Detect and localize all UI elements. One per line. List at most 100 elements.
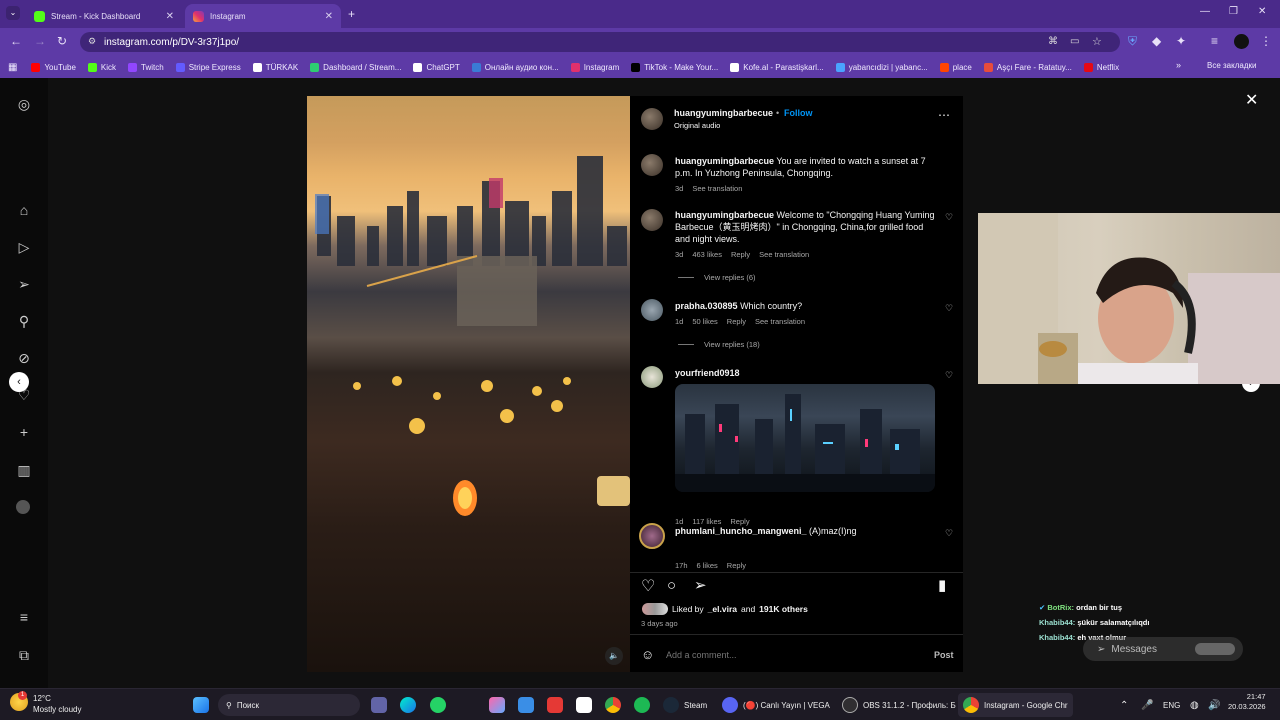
more-bookmarks-icon[interactable]: » xyxy=(1176,60,1181,70)
taskbar-app-discord[interactable]: (🔴) Canlı Yayın | VEGA xyxy=(722,695,830,715)
view-replies-button[interactable]: View replies (6) xyxy=(678,273,756,282)
see-translation-link[interactable]: See translation xyxy=(759,250,809,259)
comment-username[interactable]: yourfriend0918 xyxy=(675,368,740,378)
comment-likes[interactable]: 6 likes xyxy=(697,561,718,570)
all-bookmarks[interactable]: Все закладки xyxy=(1207,61,1256,70)
spotify-icon[interactable] xyxy=(634,695,650,715)
comment-username[interactable]: huangyumingbarbecue xyxy=(675,210,774,220)
capcut-icon[interactable] xyxy=(576,695,592,715)
tab-kick-dashboard[interactable]: Stream - Kick Dashboard ✕ xyxy=(26,4,182,28)
extensions-puzzle-icon[interactable]: ✦ xyxy=(1176,34,1186,48)
author-avatar[interactable] xyxy=(641,108,663,130)
direct-messages-icon[interactable]: ➢ xyxy=(16,276,32,292)
close-modal-icon[interactable]: ✕ xyxy=(1245,90,1258,110)
bookmark-stripe[interactable]: Stripe Express xyxy=(175,62,241,72)
comment-image[interactable] xyxy=(675,384,935,492)
like-comment-heart-icon[interactable]: ♡ xyxy=(945,528,953,539)
bookmark-twitch[interactable]: Twitch xyxy=(128,62,164,72)
reload-icon[interactable]: ↻ xyxy=(57,34,67,48)
back-icon[interactable]: ← xyxy=(10,34,22,48)
bookmark-tiktok[interactable]: TikTok - Make Your... xyxy=(631,62,718,72)
bookmark-star-icon[interactable]: ☆ xyxy=(1092,35,1102,48)
comment-username[interactable]: huangyumingbarbecue xyxy=(675,156,774,166)
tray-overflow-icon[interactable]: ⌃ xyxy=(1120,695,1128,715)
comment-avatar[interactable] xyxy=(641,154,663,176)
bookmark-instagram[interactable]: Instagram xyxy=(570,62,619,72)
liked-by-user[interactable]: _el.vira xyxy=(708,604,737,614)
close-tab-icon[interactable]: ✕ xyxy=(166,11,174,22)
likers-avatars[interactable] xyxy=(642,603,668,615)
new-tab-icon[interactable]: + xyxy=(348,7,355,21)
create-icon[interactable]: + xyxy=(16,424,32,440)
likes-count[interactable]: 191K others xyxy=(759,604,808,614)
comment-avatar[interactable] xyxy=(639,523,665,549)
comment-avatar[interactable] xyxy=(641,209,663,231)
bookmark-youtube[interactable]: YouTube xyxy=(31,62,76,72)
see-translation-link[interactable]: See translation xyxy=(755,317,805,326)
clock[interactable]: 21:47 20.03.2026 xyxy=(1228,692,1266,712)
reply-link[interactable]: Reply xyxy=(727,561,746,570)
media-controls-icon[interactable]: ≡ xyxy=(1211,34,1218,48)
share-icon[interactable]: ➢ xyxy=(694,576,707,594)
dashboard-icon[interactable]: ▥ xyxy=(16,462,32,478)
comment-username[interactable]: prabha.030895 xyxy=(675,301,738,311)
like-heart-icon[interactable]: ♡ xyxy=(641,576,655,596)
site-info-icon[interactable]: ⚙ xyxy=(88,36,96,47)
start-windows-icon[interactable] xyxy=(193,695,209,715)
taskbar-app-steam[interactable]: Steam xyxy=(663,695,707,715)
microphone-icon[interactable]: 🎤 xyxy=(1141,695,1153,715)
audio-toggle-icon[interactable]: 🔈 xyxy=(605,647,623,665)
search-icon[interactable]: ⚲ xyxy=(16,313,32,329)
comment-likes[interactable]: 463 likes xyxy=(692,250,722,259)
bookmark-turkak[interactable]: TÜRKAK xyxy=(252,62,298,72)
address-bar[interactable]: ⚙ instagram.com/p/DV-3r37j1po/ ⌘ ▭ ☆ xyxy=(80,32,1120,52)
bookmark-yabancidizi[interactable]: yabancıdizi | yabanc... xyxy=(835,62,928,72)
taskbar-search[interactable]: ⚲ Поиск xyxy=(218,694,360,716)
bookmark-ratatouille[interactable]: Aşçı Fare - Ratatuy... xyxy=(983,62,1072,72)
see-translation-link[interactable]: See translation xyxy=(692,184,742,193)
app-red-icon[interactable] xyxy=(547,695,563,715)
reply-link[interactable]: Reply xyxy=(731,250,750,259)
copilot-icon[interactable] xyxy=(489,695,505,715)
close-tab-icon[interactable]: ✕ xyxy=(325,11,333,22)
comment-likes[interactable]: 50 likes xyxy=(692,317,717,326)
reply-link[interactable]: Reply xyxy=(727,317,746,326)
bookmark-kick[interactable]: Kick xyxy=(87,62,116,72)
comment-icon[interactable]: ○ xyxy=(667,577,676,594)
more-menu-icon[interactable]: ≡ xyxy=(16,609,32,625)
explore-icon[interactable]: ⊘ xyxy=(16,350,32,366)
chrome-icon[interactable] xyxy=(605,695,621,715)
author-username[interactable]: huangyumingbarbecue xyxy=(674,108,773,118)
comment-avatar[interactable] xyxy=(641,366,663,388)
emoji-icon[interactable]: ☺ xyxy=(641,647,654,662)
profile-avatar[interactable] xyxy=(16,500,30,514)
close-window-icon[interactable]: ✕ xyxy=(1258,6,1266,17)
teams-icon[interactable] xyxy=(371,695,387,715)
translate-icon[interactable]: ⌘ xyxy=(1048,36,1058,47)
reels-icon[interactable]: ▷ xyxy=(16,239,32,255)
forward-icon[interactable]: → xyxy=(34,34,46,48)
follow-button[interactable]: Follow xyxy=(784,108,813,118)
taskbar-app-obs[interactable]: OBS 31.1.2 - Профиль: Б xyxy=(842,695,956,715)
view-replies-button[interactable]: View replies (18) xyxy=(678,340,760,349)
edge-icon[interactable] xyxy=(400,695,416,715)
restore-icon[interactable]: ❐ xyxy=(1229,6,1238,17)
extension-shield-icon[interactable]: ⛨ xyxy=(1128,34,1137,49)
save-bookmark-icon[interactable]: ▮ xyxy=(938,576,946,594)
more-options-icon[interactable]: ⋯ xyxy=(938,108,950,122)
store-icon[interactable] xyxy=(518,695,534,715)
audio-label[interactable]: Original audio xyxy=(674,121,720,130)
post-media-video[interactable]: 🔈 xyxy=(307,96,630,672)
home-icon[interactable]: ⌂ xyxy=(16,202,32,218)
cast-icon[interactable]: ▭ xyxy=(1070,36,1079,47)
minimize-icon[interactable]: — xyxy=(1200,6,1210,17)
post-comment-button[interactable]: Post xyxy=(934,650,954,660)
bookmark-audio[interactable]: Онлайн аудио кон... xyxy=(471,62,559,72)
language-indicator[interactable]: ENG xyxy=(1163,695,1180,715)
like-comment-heart-icon[interactable]: ♡ xyxy=(945,303,953,314)
volume-icon[interactable]: 🔊 xyxy=(1208,695,1220,715)
menu-kebab-icon[interactable]: ⋮ xyxy=(1260,34,1272,48)
profile-avatar[interactable] xyxy=(1234,34,1249,49)
network-icon[interactable]: ◍ xyxy=(1190,695,1199,715)
comment-avatar[interactable] xyxy=(641,299,663,321)
